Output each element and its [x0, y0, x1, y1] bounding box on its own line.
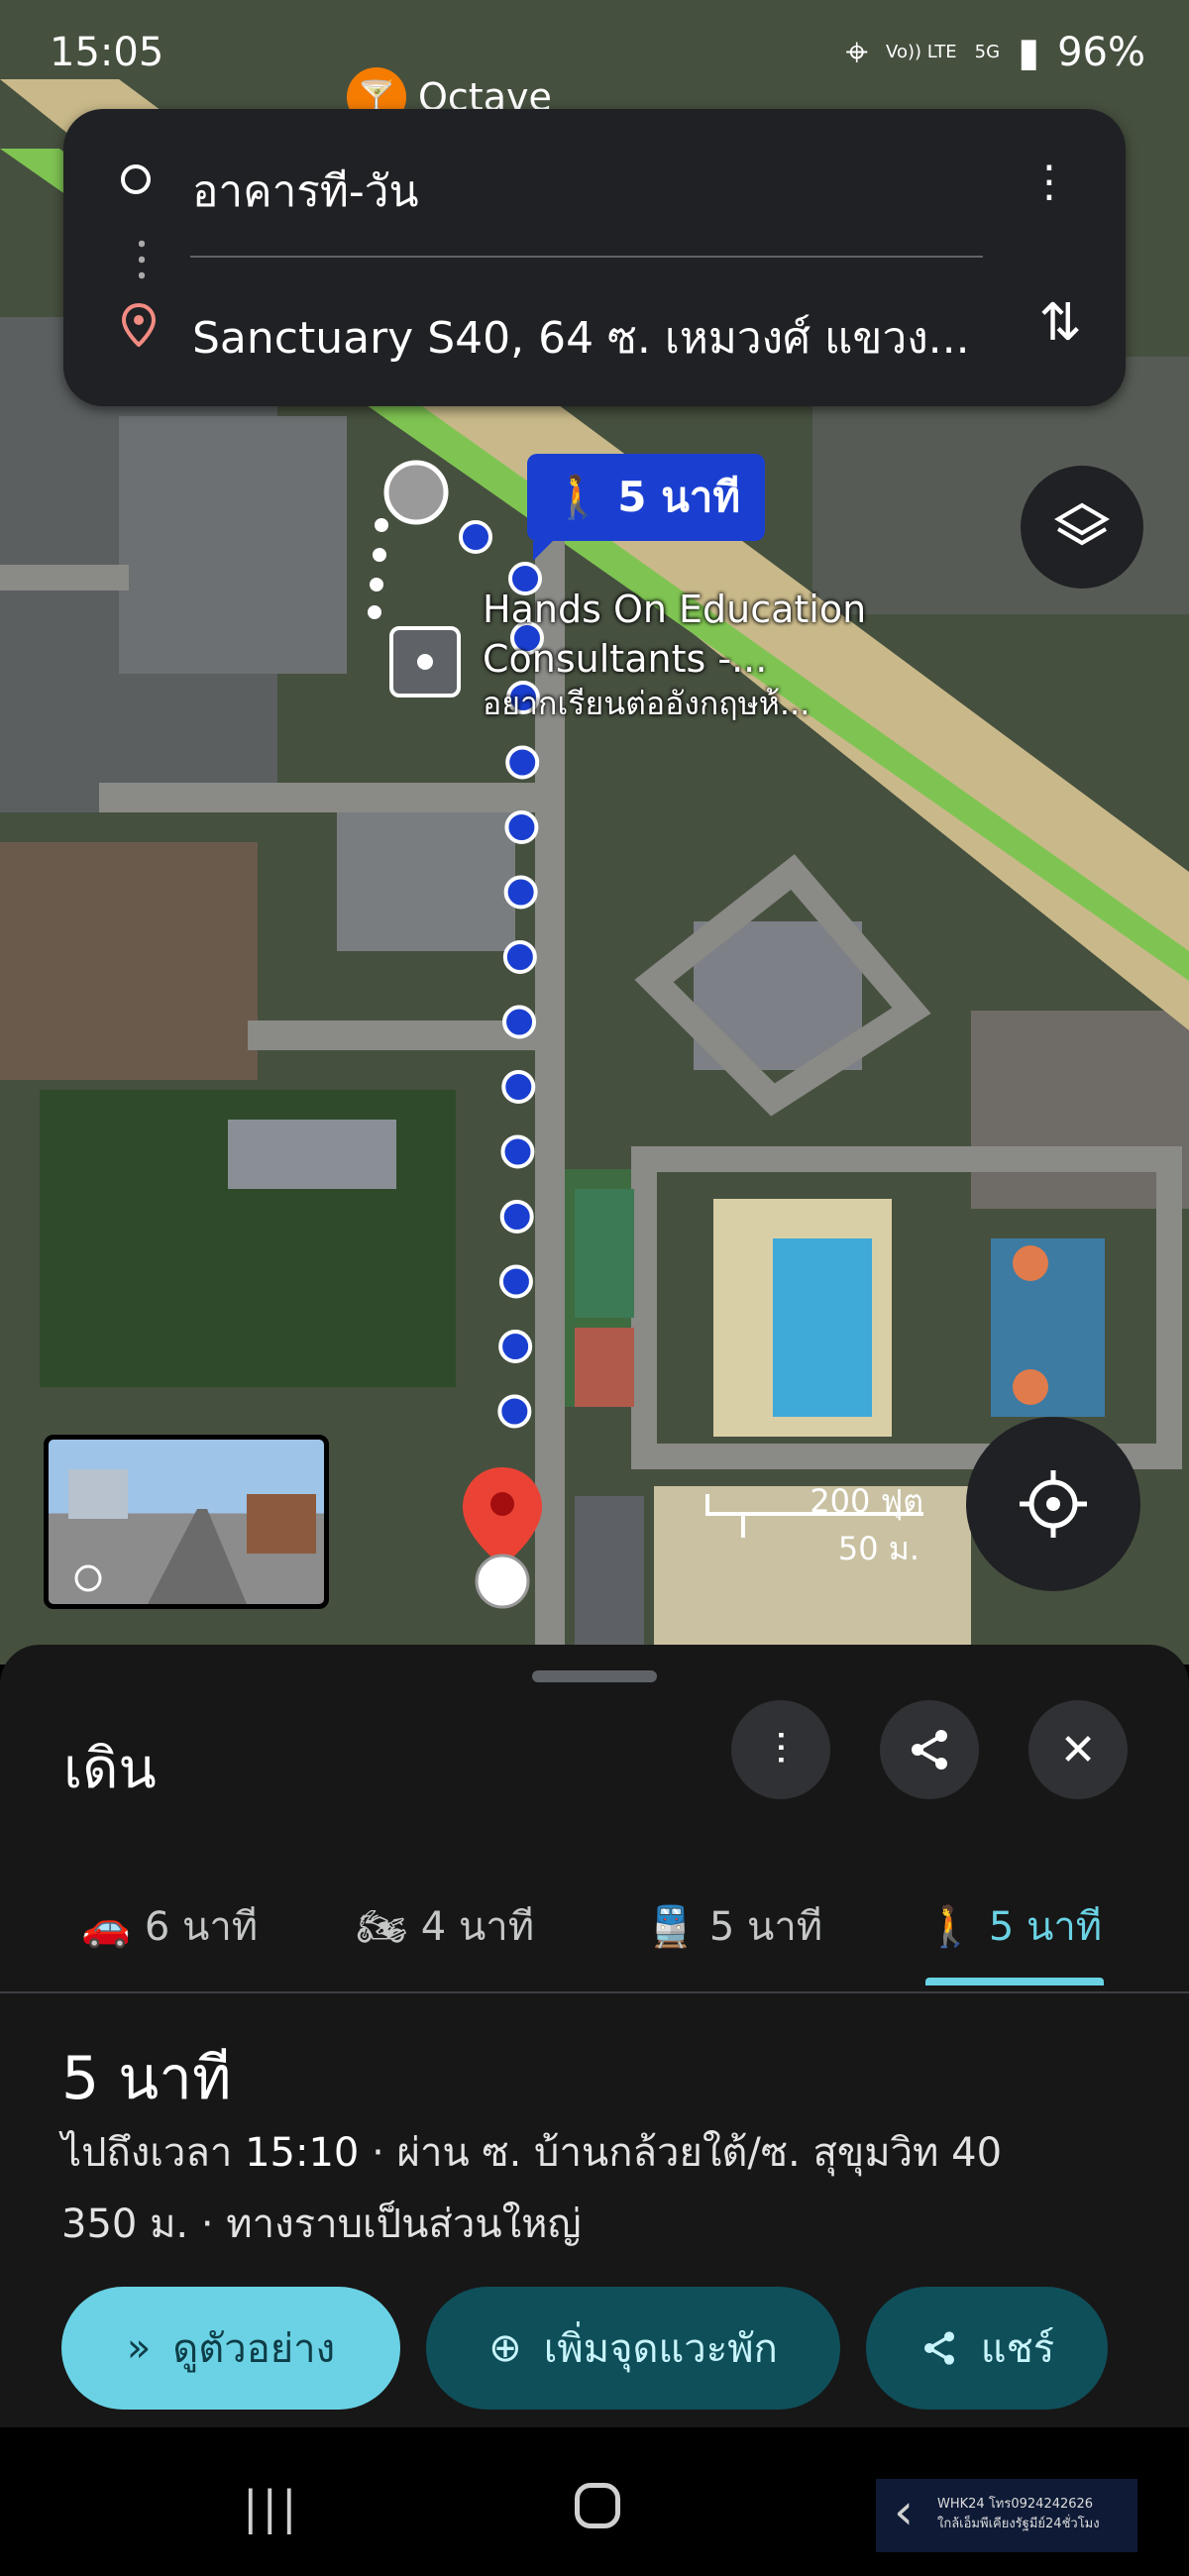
tab-motorcycle[interactable]: 🏍 4 นาที	[357, 1894, 534, 1958]
route-dot	[502, 1005, 537, 1039]
signal-icon: ▮	[1018, 30, 1040, 75]
preview-label: ดูตัวอย่าง	[172, 2326, 336, 2372]
route-dot	[502, 940, 537, 974]
watermark-line2: ใกล้เอ็มพีเคียงรัฐมีย์24ชั่วโมง	[937, 2517, 1100, 2531]
walk-icon: 🚶	[551, 473, 604, 521]
tab-walk[interactable]: 🚶 5 นาที	[925, 1894, 1102, 1958]
home-button[interactable]	[575, 2483, 620, 2528]
system-nav-bar: ||| ‹ WHK24 โทร0924242626 ใกล้เอ็มพีเคีย…	[0, 2427, 1189, 2576]
poi-name-line2: Consultants -...	[483, 637, 768, 681]
arrival-info: ไปถึงเวลา 15:10 · ผ่าน ซ. บ้านกล้วยใต้/ซ…	[61, 2120, 1002, 2184]
close-button[interactable]: ✕	[1028, 1700, 1128, 1799]
car-icon: 🚗	[81, 1903, 131, 1950]
route-dot	[499, 1200, 534, 1234]
share-icon	[923, 2331, 954, 2365]
scale-meters: 50 ม.	[837, 1530, 919, 1567]
watermark: WHK24 โทร0924242626 ใกล้เอ็มพีเคียงรัฐมี…	[937, 2495, 1100, 2534]
walk-icon: 🚶	[925, 1903, 975, 1950]
watermark-line1: WHK24 โทร0924242626	[937, 2497, 1094, 2512]
route-dot	[504, 810, 539, 844]
add-location-icon: ⊕	[488, 2325, 522, 2371]
crosshair-icon	[1020, 1470, 1087, 1538]
poi-subtitle: อยากเรียนต่ออังกฤษห้...	[483, 685, 811, 722]
route-dot	[497, 1394, 532, 1429]
clock: 15:05	[50, 30, 164, 75]
my-location-button[interactable]	[966, 1417, 1140, 1591]
route-dot	[501, 1070, 536, 1104]
directions-card: อาคารที-วัน Sanctuary S40, 64 ซ. เหมวงศ์…	[63, 109, 1126, 406]
route-distance: 350 ม.	[61, 2201, 189, 2247]
route-via: · ผ่าน ซ. บ้านกล้วยใต้/ซ. สุขุมวิท 40	[372, 2130, 1003, 2176]
route-options-button[interactable]: ⫶	[731, 1700, 830, 1799]
share-button[interactable]: แชร์	[866, 2287, 1108, 2410]
back-icon: ‹	[894, 2483, 914, 2540]
share-route-button[interactable]	[880, 1700, 979, 1799]
destination-pin-icon[interactable]	[458, 1462, 547, 1631]
travel-mode-tabs: 🚗 6 นาที 🏍 4 นาที 🚆 5 นาที 🚶 5 นาที	[0, 1865, 1189, 1993]
add-stop-label: เพิ่มจุดแวะพัก	[543, 2326, 778, 2372]
share-label: แชร์	[980, 2326, 1055, 2372]
tab-transit[interactable]: 🚆 5 นาที	[646, 1894, 822, 1958]
route-dot	[498, 1264, 533, 1299]
add-stop-button[interactable]: ⊕ เพิ่มจุดแวะพัก	[426, 2287, 840, 2410]
recents-button[interactable]: |||	[243, 2481, 301, 2534]
train-icon: 🚆	[646, 1903, 696, 1950]
route-dot	[503, 875, 538, 910]
tab-transit-label: 5 นาที	[708, 1904, 823, 1950]
arrival-prefix: ไปถึงเวลา	[61, 2130, 233, 2176]
poi-dot-icon	[417, 654, 433, 670]
swap-icon[interactable]: ⇅	[1038, 293, 1082, 353]
map-scale: 200 ฟุต 50 ม.	[705, 1476, 933, 1567]
poi-name: Hands On Education	[483, 588, 867, 631]
poi-marker[interactable]	[389, 626, 461, 698]
route-connector	[139, 236, 145, 285]
route-dot	[498, 1330, 533, 1363]
street-view-thumbnail[interactable]	[44, 1435, 329, 1609]
motorcycle-icon: 🏍	[357, 1903, 407, 1950]
status-bar: 15:05 ⌖ Vo)) LTE 5G ▮ 96%	[0, 0, 1189, 109]
mode-title: เดิน	[63, 1737, 157, 1801]
directions-sheet: เดิน ⫶ ✕ 🚗 6 นาที 🏍 4 นาที 🚆 5 นาที 🚶 5 …	[0, 1645, 1189, 2427]
network-label: 5G	[974, 42, 1001, 62]
volte-label: Vo)) LTE	[886, 42, 957, 62]
more-options-icon[interactable]: ⋮	[1027, 157, 1071, 207]
route-dot	[500, 1134, 535, 1169]
preview-button[interactable]: » ดูตัวอย่าง	[61, 2287, 400, 2410]
sliders-icon: ⫶	[775, 1724, 787, 1775]
double-chevron-icon: »	[126, 2325, 152, 2371]
battery-level: 96%	[1057, 30, 1145, 75]
route-dot	[505, 745, 540, 780]
poi-label[interactable]: Hands On Education Consultants -... อยาก…	[483, 585, 866, 723]
street-view-image	[68, 1469, 316, 1604]
drag-handle[interactable]	[532, 1670, 657, 1682]
layers-button[interactable]	[1021, 466, 1143, 589]
walk-time-badge[interactable]: 🚶 5 นาที	[527, 454, 765, 561]
tab-drive-label: 6 นาที	[144, 1904, 259, 1950]
map-view[interactable]: 15:05 ⌖ Vo)) LTE 5G ▮ 96% 🍸 Octave 🚶 5 น…	[0, 0, 1189, 1664]
route-duration: 5 นาที	[61, 2044, 232, 2113]
destination-icon	[121, 303, 157, 347]
walk-time-label: 5 นาที	[617, 473, 741, 521]
tab-motorcycle-label: 4 นาที	[420, 1904, 535, 1950]
scale-feet: 200 ฟุต	[810, 1482, 923, 1520]
location-icon: ⌖	[845, 30, 869, 75]
tab-drive[interactable]: 🚗 6 นาที	[81, 1894, 258, 1958]
destination-field[interactable]: Sanctuary S40, 64 ซ. เหมวงศ์ แขวง...	[192, 303, 970, 373]
origin-field[interactable]: อาคารที-วัน	[192, 157, 419, 226]
arrival-time: 15:10	[245, 2130, 360, 2176]
route-dot	[459, 520, 492, 554]
close-icon: ✕	[1059, 1724, 1097, 1775]
share-icon	[912, 1730, 947, 1770]
origin-icon	[121, 164, 151, 194]
layers-icon	[1054, 502, 1110, 546]
route-terrain: · ทางราบเป็นส่วนใหญ่	[200, 2201, 582, 2247]
route-details: 350 ม. · ทางราบเป็นส่วนใหญ่	[61, 2192, 582, 2255]
back-button[interactable]: ‹ WHK24 โทร0924242626 ใกล้เอ็มพีเคียงรัฐ…	[876, 2479, 1137, 2552]
active-tab-indicator	[925, 1978, 1104, 1986]
tab-walk-label: 5 นาที	[988, 1904, 1103, 1950]
